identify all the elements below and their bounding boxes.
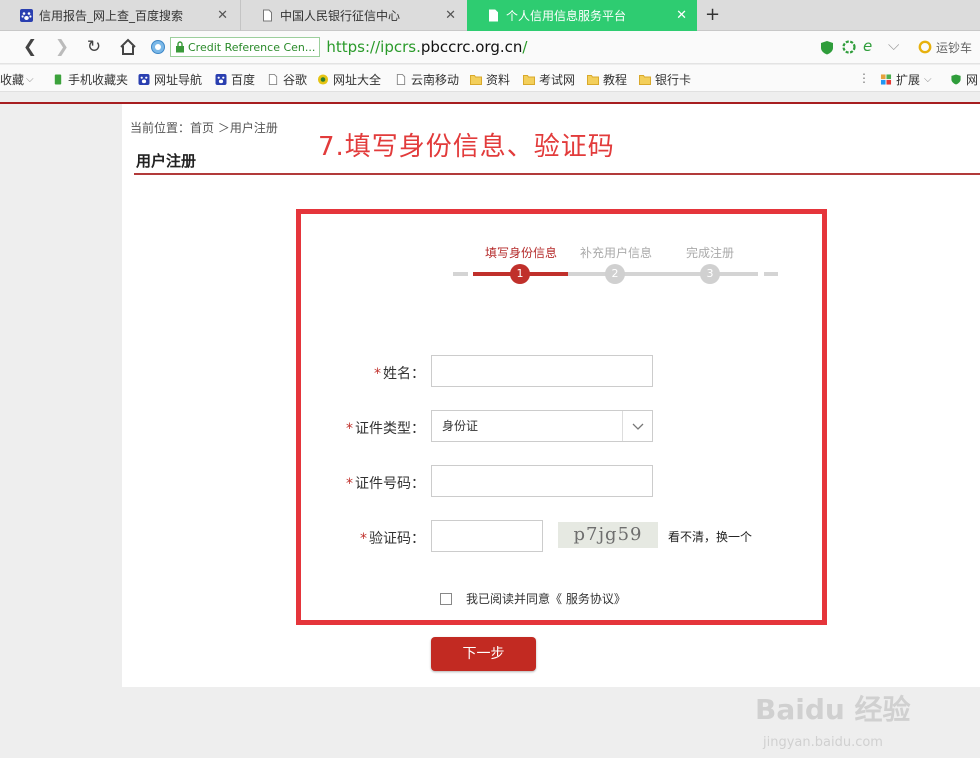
folder-icon: [639, 75, 651, 85]
id-type-select[interactable]: 身份证: [431, 410, 653, 442]
tab-baidu-search[interactable]: 信用报告_网上查_百度搜索 ✕: [0, 0, 238, 31]
baidu-jingyan-watermark: Baidu 经验 jingyan.baidu.com: [755, 688, 960, 758]
breadcrumb: 当前位置：首页 ＞用户注册: [130, 121, 278, 135]
certificate-badge[interactable]: Credit Reference Cen...: [170, 37, 321, 57]
name-label: * 姓名：: [374, 366, 425, 382]
shield-icon[interactable]: [820, 40, 834, 55]
bookmark-folder-materials[interactable]: 资料: [470, 71, 510, 88]
watermark-url: jingyan.baidu.com: [763, 735, 883, 750]
step-2-dot: 2: [605, 264, 625, 284]
bookmark-web[interactable]: 网: [950, 71, 978, 88]
name-input[interactable]: [431, 355, 653, 387]
search-suggestion-text[interactable]: 运钞车: [936, 39, 972, 56]
bookmark-google[interactable]: 谷歌: [267, 71, 307, 88]
close-tab-icon[interactable]: ✕: [676, 8, 687, 23]
page-title: 用户注册: [136, 152, 197, 170]
tab-label: 信用报告_网上查_百度搜索: [39, 9, 184, 23]
bookmark-favorites[interactable]: 收藏 ⌵: [0, 71, 34, 88]
folder-icon: [587, 75, 599, 85]
title-underline: [134, 173, 980, 175]
next-step-button[interactable]: 下一步: [431, 637, 536, 671]
captcha-label: * 验证码：: [360, 531, 425, 547]
chevron-down-icon[interactable]: [622, 411, 652, 441]
forward-icon[interactable]: ❯: [52, 37, 72, 57]
id-number-label: * 证件号码：: [346, 476, 425, 492]
chevron-down-icon: ⌵: [924, 74, 932, 85]
step-annotation: 7.填写身份信息、验证码: [318, 132, 615, 162]
step-1-dot: 1: [510, 264, 530, 284]
step-2-label: 补充用户信息: [580, 246, 653, 260]
extensions-menu[interactable]: 扩展 ⌵: [880, 71, 932, 88]
captcha-image[interactable]: p7jg59: [558, 522, 658, 548]
step-3-dot: 3: [700, 264, 720, 284]
chevron-down-icon: ⌵: [26, 74, 34, 85]
folder-icon: [470, 75, 482, 85]
page-body: 当前位置：首页 ＞用户注册 7.填写身份信息、验证码 用户注册 填写身份信息 补…: [0, 92, 980, 750]
id-number-input[interactable]: [431, 465, 653, 497]
bookmark-yunnan-mobile[interactable]: 云南移动: [395, 71, 459, 88]
tab-pbccrc[interactable]: 中国人民银行征信中心 ✕: [240, 0, 466, 31]
paw-icon: [138, 74, 150, 85]
captcha-refresh-link[interactable]: 看不清，换一个: [668, 528, 752, 545]
extension-icon: [880, 74, 892, 85]
address-bar: ❮ ❯ ↻ Credit Reference Cen... https://ip…: [0, 31, 980, 64]
page-icon: [396, 74, 406, 85]
bookmark-directory[interactable]: 网址大全: [317, 71, 381, 88]
chevron-down-icon[interactable]: ⌵: [888, 36, 899, 54]
globe-icon: [151, 40, 165, 54]
id-type-label: * 证件类型：: [346, 421, 425, 437]
step-1-label: 填写身份信息: [485, 246, 558, 260]
paw-icon: [20, 9, 33, 22]
bookmark-folder-tutorial[interactable]: 教程: [587, 71, 627, 88]
id-type-selected-value: 身份证: [442, 419, 479, 433]
agreement-row: 我已阅读并同意《 服务协议》: [440, 590, 626, 607]
url-text: https://ipcrs.pbccrc.org.cn/: [326, 38, 528, 56]
phone-icon: [54, 74, 62, 85]
new-tab-button[interactable]: +: [705, 4, 720, 25]
reload-icon[interactable]: ↻: [84, 37, 104, 57]
bookmark-mobile[interactable]: 手机收藏夹: [52, 71, 128, 88]
agreement-checkbox[interactable]: [440, 592, 452, 605]
ie-mode-icon[interactable]: e: [863, 37, 872, 55]
certificate-label: Credit Reference Cen...: [188, 40, 316, 54]
captcha-input[interactable]: [431, 520, 543, 552]
progress-track-start: [453, 272, 468, 276]
close-tab-icon[interactable]: ✕: [217, 8, 228, 23]
paw-icon: [215, 74, 227, 85]
bookmarks-bar: 收藏 ⌵ 手机收藏夹 网址导航 百度 谷歌 网址大全 云南移动 资料 考试网 教程…: [0, 65, 980, 92]
tab-credit-platform-active[interactable]: 个人信用信息服务平台 ✕: [467, 0, 697, 31]
back-icon[interactable]: ❮: [20, 37, 40, 57]
tab-label: 个人信用信息服务平台: [506, 9, 627, 23]
shield-icon: [951, 74, 961, 85]
progress-track-end: [764, 272, 778, 276]
globe-icon: [317, 74, 329, 85]
bookmark-nav[interactable]: 网址导航: [138, 71, 202, 88]
page-icon: [263, 9, 272, 22]
close-tab-icon[interactable]: ✕: [445, 8, 456, 23]
tab-label: 中国人民银行征信中心: [280, 9, 401, 23]
bookmark-folder-bankcard[interactable]: 银行卡: [639, 71, 691, 88]
bookmark-folder-exam[interactable]: 考试网: [523, 71, 575, 88]
watermark-brand: Baidu 经验: [755, 693, 911, 726]
home-icon[interactable]: [118, 38, 138, 56]
gear-icon[interactable]: [842, 40, 856, 54]
lock-icon: [176, 41, 184, 53]
page-icon: [268, 74, 278, 85]
browser-tab-strip: 信用报告_网上查_百度搜索 ✕ 中国人民银行征信中心 ✕ 个人信用信息服务平台 …: [0, 0, 980, 31]
folder-icon: [523, 75, 535, 85]
agreement-text[interactable]: 我已阅读并同意《 服务协议》: [466, 590, 626, 607]
url-field[interactable]: Credit Reference Cen... https://ipcrs.pb…: [150, 36, 810, 58]
page-icon: [489, 9, 498, 22]
search-engine-icon[interactable]: [918, 40, 932, 54]
progress-track-remaining: [568, 272, 758, 276]
bookmark-baidu[interactable]: 百度: [215, 71, 255, 88]
step-3-label: 完成注册: [686, 246, 735, 260]
more-menu-icon[interactable]: ⋮: [858, 71, 870, 85]
